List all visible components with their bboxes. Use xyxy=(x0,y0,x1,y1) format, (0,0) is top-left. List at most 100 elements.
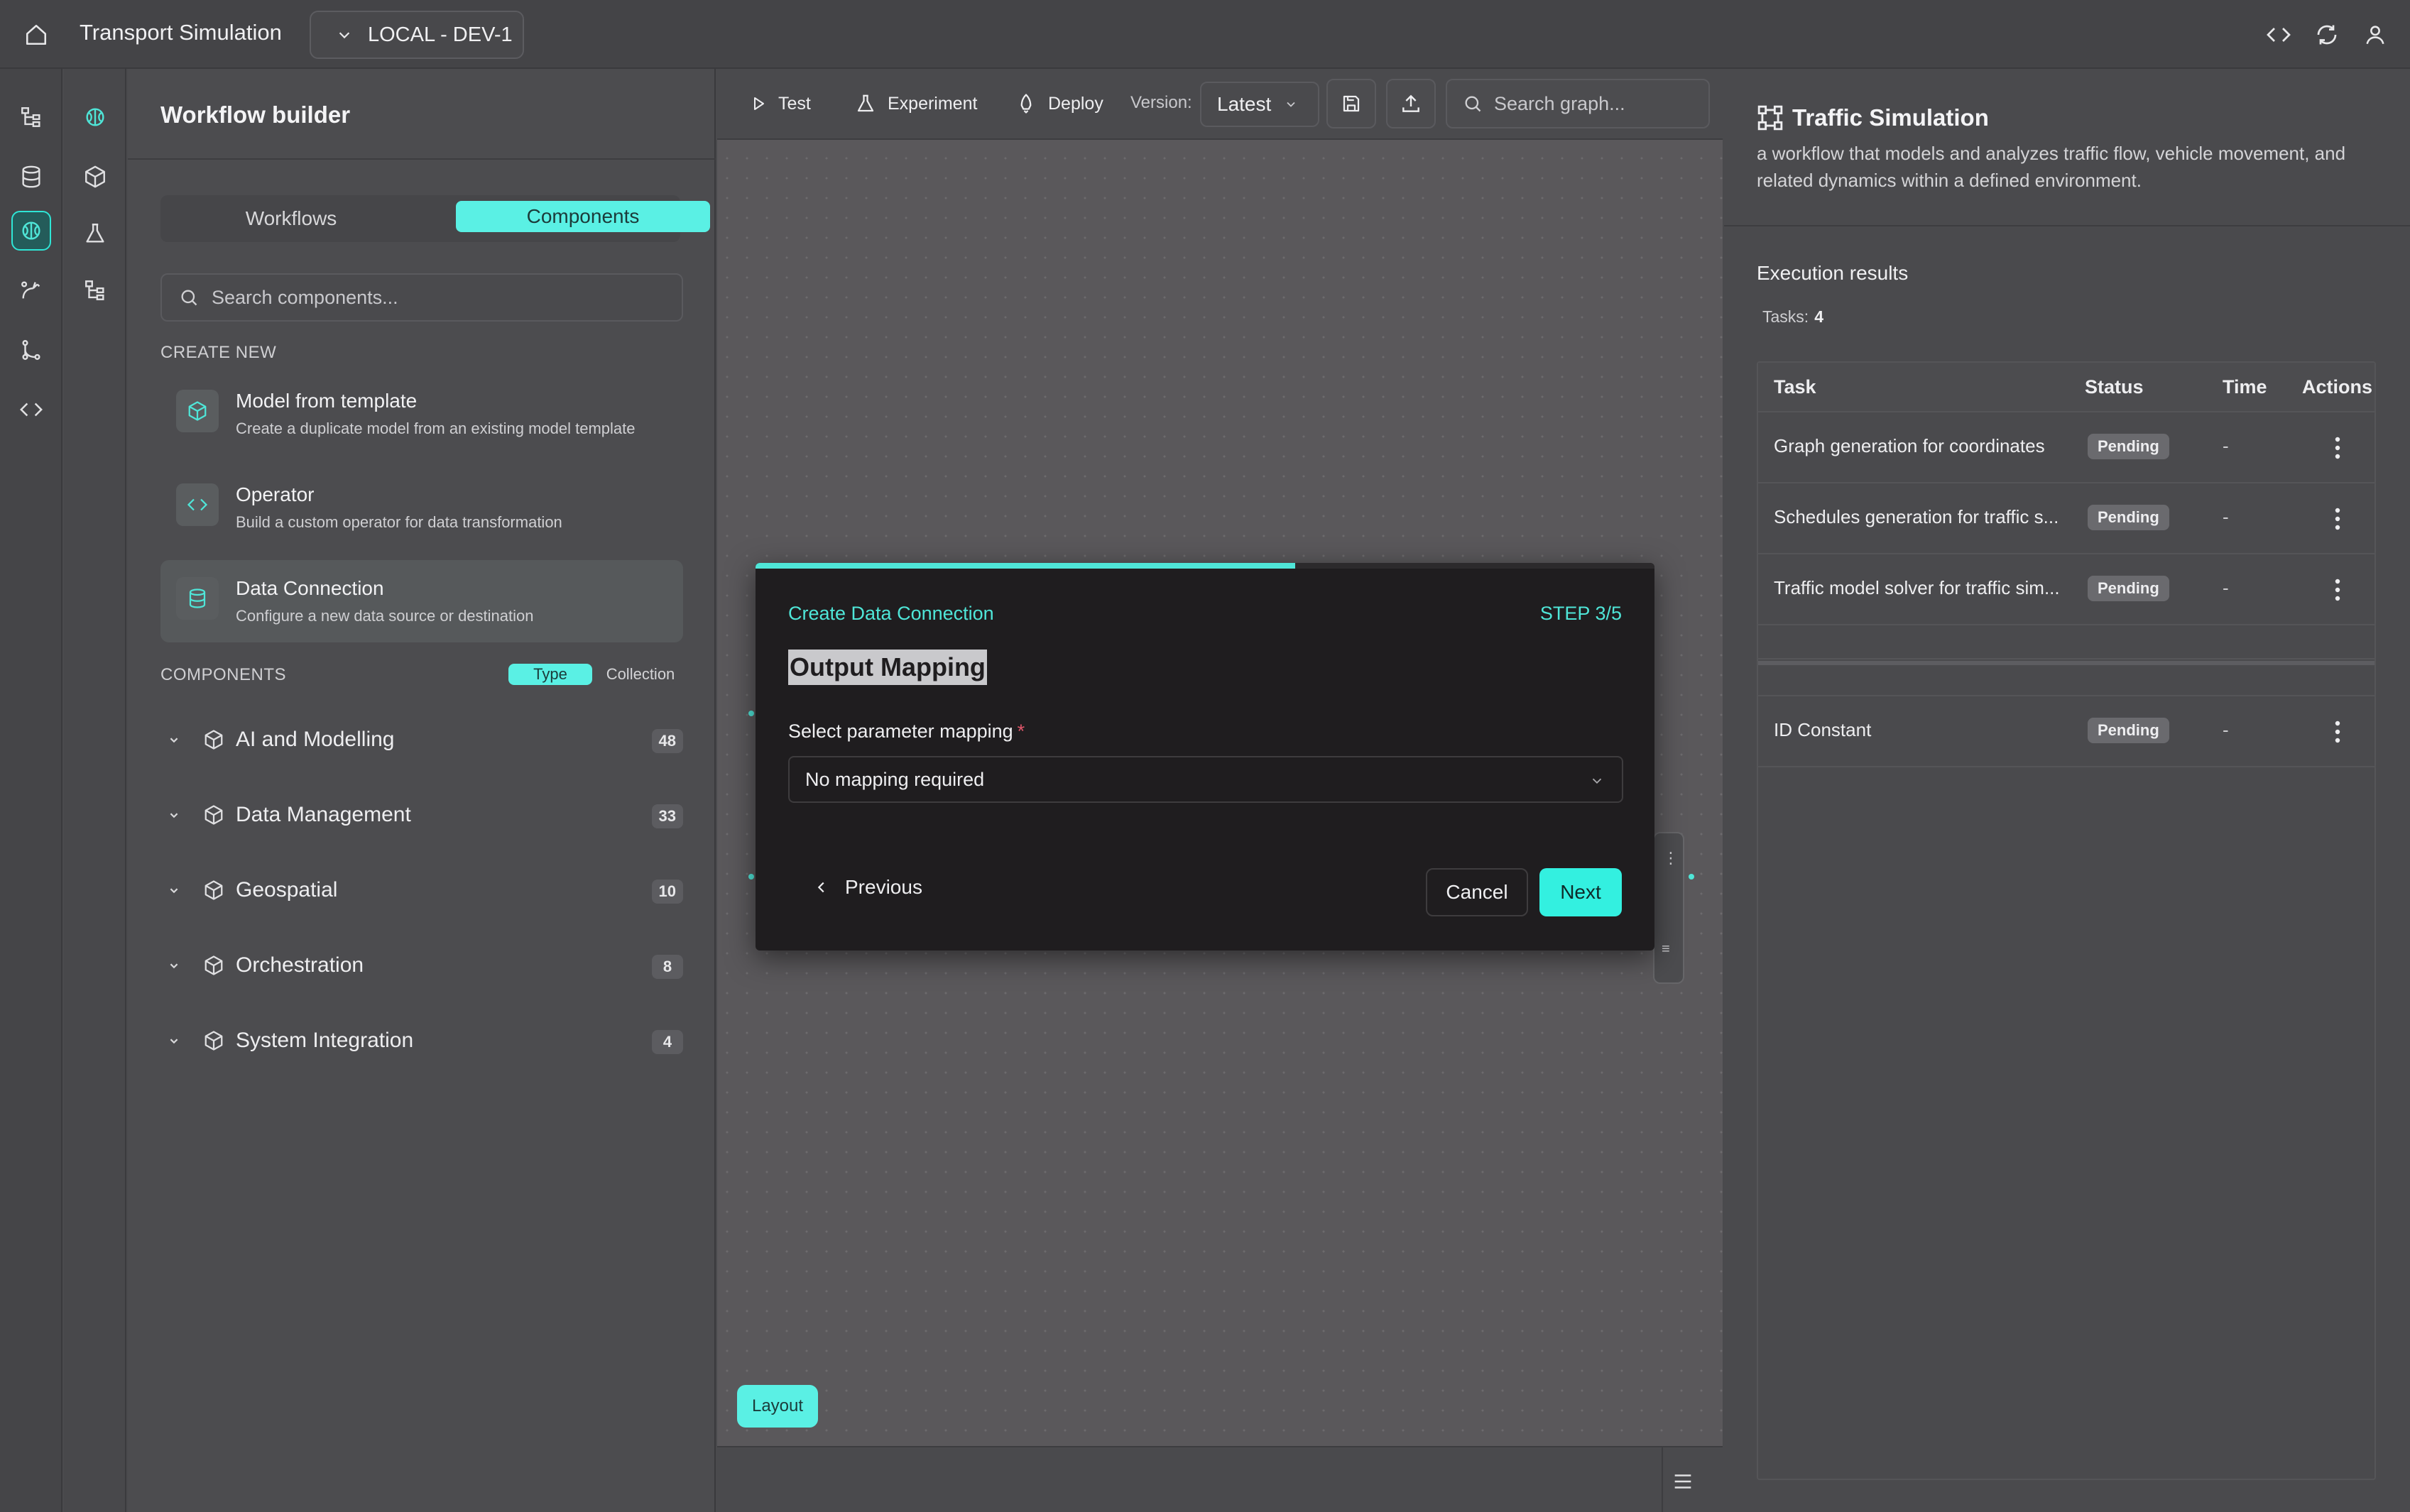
secondary-nav-rail xyxy=(64,69,126,1512)
code-icon[interactable] xyxy=(2262,18,2295,51)
task-name: Traffic model solver for traffic sim... xyxy=(1774,577,2060,598)
deploy-label: Deploy xyxy=(1048,93,1103,114)
robot-arm-icon[interactable] xyxy=(11,270,51,310)
table-row[interactable]: ID Constant Pending - xyxy=(1758,696,2374,767)
canvas-toolbar: Test Experiment Deploy Version: Latest xyxy=(717,69,1723,140)
create-model-from-template[interactable]: Model from template Create a duplicate m… xyxy=(160,373,683,455)
node-port[interactable] xyxy=(1689,874,1694,880)
app-title: Transport Simulation xyxy=(80,20,282,45)
environment-label: LOCAL - DEV-1 xyxy=(368,23,513,46)
search-icon xyxy=(181,290,197,306)
hierarchy-icon[interactable] xyxy=(75,270,115,310)
version-label: Version: xyxy=(1130,93,1192,112)
more-vertical-icon[interactable] xyxy=(2323,432,2352,464)
database-icon[interactable] xyxy=(11,157,51,197)
git-branch-icon[interactable] xyxy=(11,330,51,370)
code-icon xyxy=(176,483,219,526)
field-label-text: Select parameter mapping xyxy=(788,721,1013,742)
search-input[interactable] xyxy=(212,286,666,309)
chevron-down-icon xyxy=(339,32,350,39)
primary-nav-rail xyxy=(0,69,62,1512)
category-label: System Integration xyxy=(236,1029,414,1052)
home-icon[interactable] xyxy=(20,18,53,51)
cancel-button[interactable]: Cancel xyxy=(1426,868,1528,916)
category-system-integration[interactable]: System Integration 4 xyxy=(160,1020,683,1063)
upload-button[interactable] xyxy=(1386,79,1436,128)
flask-icon[interactable] xyxy=(75,214,115,253)
task-table: Task Status Time Actions Graph generatio… xyxy=(1757,361,2376,1480)
status-badge: Pending xyxy=(2088,505,2169,530)
create-operator[interactable]: Operator Build a custom operator for dat… xyxy=(160,466,683,549)
previous-button[interactable]: Previous xyxy=(814,870,922,905)
menu-icon[interactable] xyxy=(1663,1462,1703,1501)
play-icon xyxy=(754,97,764,110)
layout-button[interactable]: Layout xyxy=(737,1385,818,1428)
group-by-type-toggle[interactable]: Type xyxy=(508,664,592,685)
brain-icon[interactable] xyxy=(75,97,115,137)
task-time: - xyxy=(2223,577,2229,598)
required-marker: * xyxy=(1017,721,1025,742)
brain-icon[interactable] xyxy=(11,211,51,251)
category-geospatial[interactable]: Geospatial 10 xyxy=(160,870,683,912)
deploy-button[interactable]: Deploy xyxy=(1015,87,1103,120)
more-vertical-icon[interactable] xyxy=(2323,574,2352,606)
workflow-icon xyxy=(1757,105,1783,131)
table-row[interactable]: Schedules generation for traffic s... Pe… xyxy=(1758,483,2374,554)
graph-search-input[interactable] xyxy=(1494,92,1707,115)
tasks-count: Tasks: 4 xyxy=(1762,307,1823,327)
cube-icon xyxy=(205,955,223,975)
category-ai-and-modelling[interactable]: AI and Modelling 48 xyxy=(160,719,683,762)
category-count-badge: 4 xyxy=(652,1030,683,1054)
create-new-label: CREATE NEW xyxy=(160,343,277,362)
cube-icon[interactable] xyxy=(75,157,115,197)
canvas-footer xyxy=(717,1446,1723,1512)
next-button[interactable]: Next xyxy=(1539,868,1622,916)
more-vertical-icon[interactable] xyxy=(2323,503,2352,535)
workflow-title: Traffic Simulation xyxy=(1792,104,1989,131)
tab-components[interactable]: Components xyxy=(456,201,710,232)
rocket-icon xyxy=(1020,94,1032,114)
category-data-management[interactable]: Data Management 33 xyxy=(160,794,683,837)
category-count-badge: 33 xyxy=(651,804,683,828)
chevron-down-icon xyxy=(170,738,178,743)
field-label: Select parameter mapping * xyxy=(788,721,1025,743)
code-icon[interactable] xyxy=(11,390,51,429)
create-item-title: Operator xyxy=(236,483,315,505)
save-button[interactable] xyxy=(1326,79,1376,128)
category-count-badge: 10 xyxy=(651,880,683,904)
step-indicator: STEP 3/5 xyxy=(1539,603,1622,624)
category-orchestration[interactable]: Orchestration 8 xyxy=(160,945,683,987)
node-port[interactable] xyxy=(748,874,754,880)
group-by-collection-toggle[interactable]: Collection xyxy=(601,664,680,685)
task-time: - xyxy=(2223,719,2229,740)
version-value: Latest xyxy=(1217,93,1272,115)
previous-label: Previous xyxy=(845,876,922,898)
user-icon[interactable] xyxy=(2359,18,2392,51)
table-row-empty xyxy=(1758,665,2374,696)
database-icon xyxy=(176,577,219,620)
panel-header: Workflow builder xyxy=(128,69,716,160)
node-menu-icon[interactable]: ⋮ xyxy=(1663,849,1679,867)
parameter-mapping-select[interactable]: No mapping required xyxy=(788,756,1623,803)
more-vertical-icon[interactable] xyxy=(2323,716,2352,747)
create-item-description: Configure a new data source or destinati… xyxy=(236,607,534,625)
cube-icon xyxy=(176,390,219,432)
tab-workflows[interactable]: Workflows xyxy=(160,195,422,242)
experiment-button[interactable]: Experiment xyxy=(855,87,977,120)
create-data-connection[interactable]: Data Connection Configure a new data sou… xyxy=(160,560,683,642)
environment-select[interactable]: LOCAL - DEV-1 xyxy=(310,11,524,59)
category-count-badge: 8 xyxy=(652,955,683,979)
table-row[interactable]: Traffic model solver for traffic sim... … xyxy=(1758,554,2374,625)
version-select[interactable]: Latest xyxy=(1200,82,1319,127)
category-count-badge: 48 xyxy=(651,729,683,753)
test-button[interactable]: Test xyxy=(750,87,811,120)
table-row[interactable]: Graph generation for coordinates Pending… xyxy=(1758,412,2374,483)
hierarchy-icon[interactable] xyxy=(11,97,51,137)
create-data-connection-dialog: Create Data Connection STEP 3/5 Output M… xyxy=(756,563,1654,951)
graph-node[interactable]: ⋮ ≡ xyxy=(1653,832,1684,984)
node-port[interactable] xyxy=(748,711,754,716)
chevron-down-icon xyxy=(170,813,178,818)
refresh-icon[interactable] xyxy=(2311,18,2343,51)
panel-header: Traffic Simulation a workflow that model… xyxy=(1724,69,2410,226)
category-label: Geospatial xyxy=(236,878,338,902)
